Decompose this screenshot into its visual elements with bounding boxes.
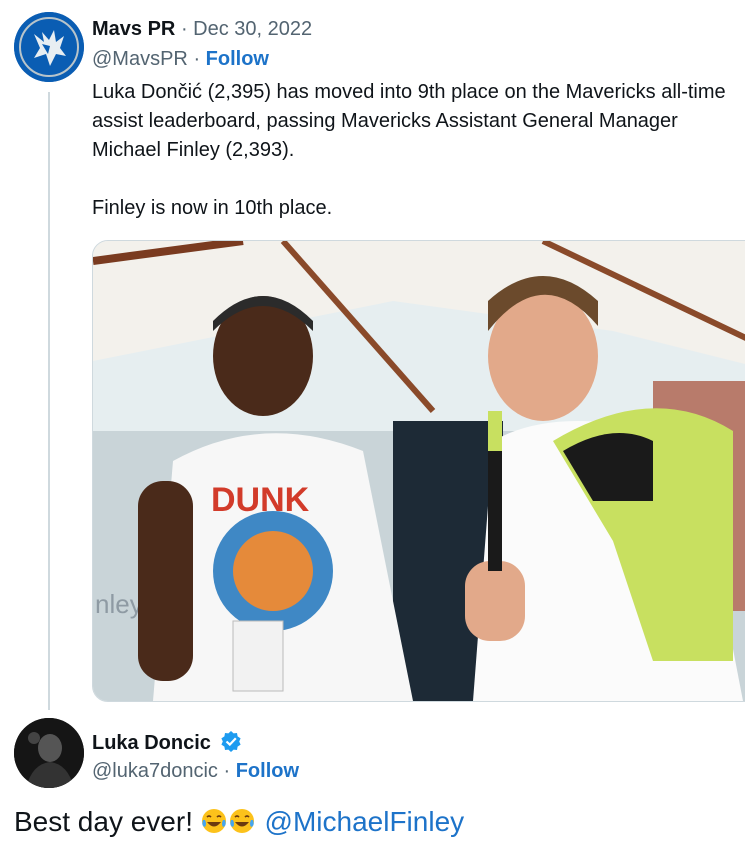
quote-author-name[interactable]: Luka Doncic [92, 732, 211, 754]
verified-badge-icon [221, 731, 242, 752]
separator-dot: · [180, 18, 194, 40]
quote-text: Best day ever! @MichaelFinley [14, 806, 464, 838]
separator-dot: · [193, 48, 206, 70]
quote-text-body: Best day ever! [14, 806, 193, 837]
quote-header: Luka Doncic [92, 730, 242, 755]
image-edge-text: nley [95, 589, 143, 619]
tweet-header: Mavs PR · Dec 30, 2022 [92, 18, 312, 41]
mavs-avatar[interactable] [14, 12, 84, 82]
mention-link[interactable]: @MichaelFinley [265, 806, 465, 837]
tweet-handle-row: @MavsPR · Follow [92, 48, 269, 71]
separator-dot: · [223, 760, 236, 782]
tweet-text: Luka Dončić (2,395) has moved into 9th p… [92, 81, 726, 219]
author-handle[interactable]: @MavsPR [92, 48, 188, 70]
thread-line [48, 92, 50, 710]
mavs-logo-icon [14, 12, 84, 82]
profile-photo [14, 718, 84, 788]
tears-of-joy-emoji-icon [201, 809, 226, 833]
follow-button[interactable]: Follow [206, 48, 269, 70]
luka-avatar[interactable] [14, 718, 84, 788]
tweet-image[interactable]: nley DUNK [92, 240, 745, 702]
quote-handle-row: @luka7doncic · Follow [92, 760, 299, 783]
tears-of-joy-emoji-icon [229, 809, 254, 833]
follow-button-luka[interactable]: Follow [236, 760, 299, 782]
quote-author-handle[interactable]: @luka7doncic [92, 760, 218, 782]
image-shirt-text: DUNK [211, 481, 310, 519]
author-name[interactable]: Mavs PR [92, 18, 175, 40]
tweet-date[interactable]: Dec 30, 2022 [193, 18, 312, 40]
